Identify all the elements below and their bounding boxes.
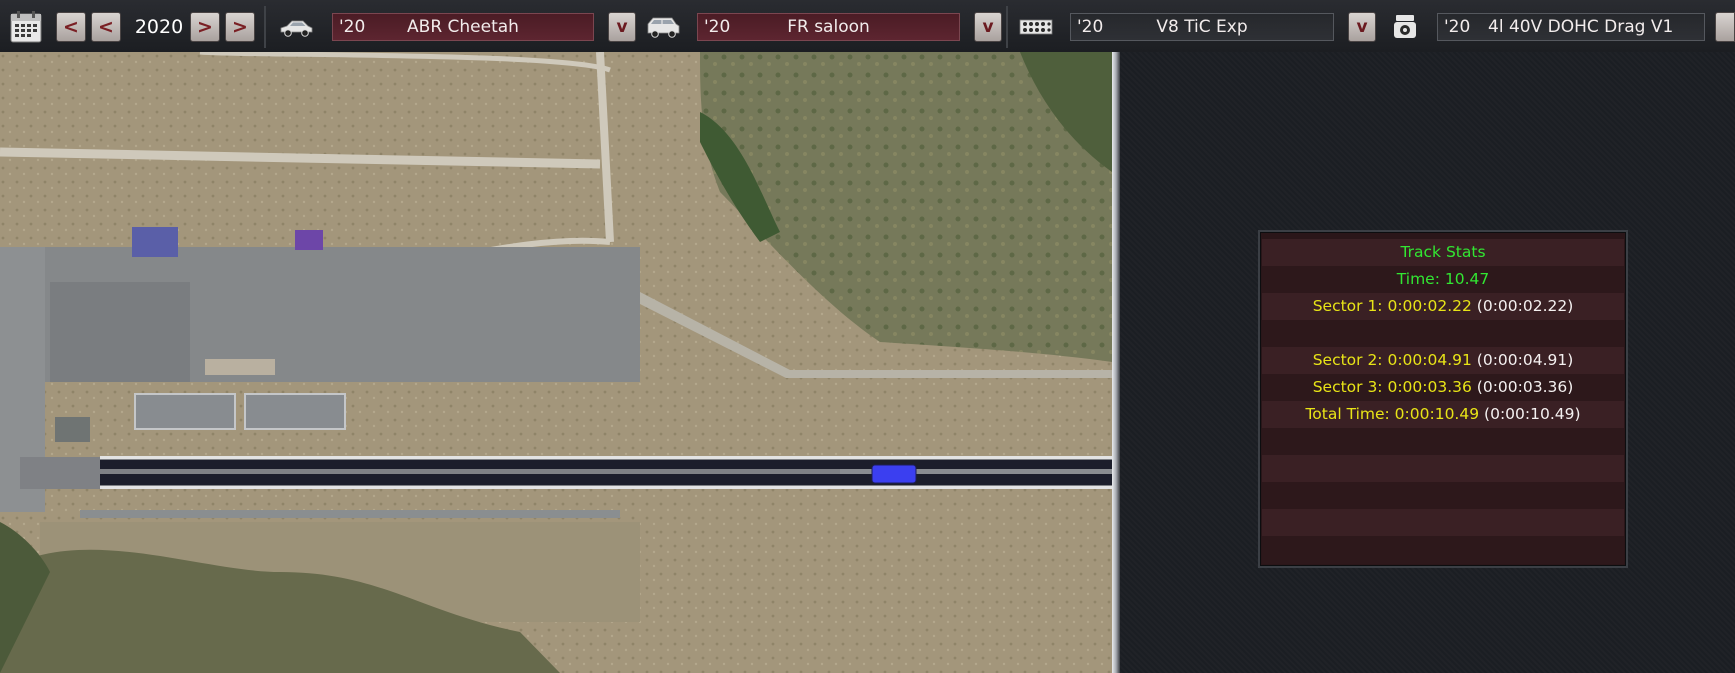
engine-name: V8 TiC Exp — [1156, 17, 1248, 37]
engine-dropdown-button[interactable]: v — [1348, 12, 1376, 42]
sector-2-row: Sector 2: 0:00:04.91 (0:00:04.91) — [1262, 347, 1624, 374]
car-model-dropdown-button[interactable]: v — [608, 12, 636, 42]
total-time-best: (0:00:10.49) — [1484, 405, 1581, 423]
sector-1-best: (0:00:02.22) — [1476, 297, 1574, 315]
stats-empty-row — [1262, 536, 1624, 564]
track-time: Time: 10.47 — [1396, 270, 1490, 288]
engine-block-icon — [1018, 12, 1054, 42]
toolbar-separator — [264, 6, 266, 48]
stats-empty-row — [1262, 455, 1624, 482]
year-next-button[interactable]: > — [190, 12, 220, 42]
stats-empty-row — [1262, 482, 1624, 509]
total-time: Total Time: 0:00:10.49 — [1305, 405, 1480, 423]
stats-empty-row — [1262, 428, 1624, 455]
stats-spacer-row — [1262, 320, 1624, 347]
map-panel-divider[interactable] — [1112, 52, 1120, 673]
trim-dropdown-button[interactable]: v — [974, 12, 1002, 42]
engine-variant-dropdown-button[interactable] — [1715, 12, 1735, 42]
trim-body-icon — [645, 12, 681, 42]
stats-empty-row — [1262, 509, 1624, 536]
top-toolbar: < < 2020 > > '20 ABR Cheetah v '20 FR sa… — [0, 0, 1735, 53]
car-model-field[interactable]: '20 ABR Cheetah — [332, 13, 594, 41]
toolbar-separator — [1006, 6, 1008, 48]
right-panel: Track Stats Time: 10.47 Sector 1: 0:00:0… — [1120, 52, 1735, 673]
track-map — [0, 52, 1112, 673]
car-marker — [871, 464, 917, 484]
trim-name: FR saloon — [787, 17, 870, 37]
sector-2-best: (0:00:04.91) — [1476, 351, 1574, 369]
car-model-name: ABR Cheetah — [407, 17, 519, 37]
total-time-row: Total Time: 0:00:10.49 (0:00:10.49) — [1262, 401, 1624, 428]
sector-1-row: Sector 1: 0:00:02.22 (0:00:02.22) — [1262, 293, 1624, 320]
year-prev-fast-button[interactable]: < — [56, 12, 86, 42]
engine-variant-year: '20 — [1444, 17, 1471, 37]
track-stats-title-row: Track Stats — [1262, 239, 1624, 266]
year-prev-button[interactable]: < — [91, 12, 121, 42]
sector-3-row: Sector 3: 0:00:03.36 (0:00:03.36) — [1262, 374, 1624, 401]
track-stats-panel: Track Stats Time: 10.47 Sector 1: 0:00:0… — [1258, 230, 1628, 568]
sector-3-time: Sector 3: 0:00:03.36 — [1312, 378, 1472, 396]
car-model-icon — [278, 12, 314, 42]
trim-field[interactable]: '20 FR saloon — [697, 13, 960, 41]
sector-1-time: Sector 1: 0:00:02.22 — [1312, 297, 1472, 315]
sector-2-time: Sector 2: 0:00:04.91 — [1312, 351, 1472, 369]
track-stats-title: Track Stats — [1400, 243, 1486, 261]
engine-field[interactable]: '20 V8 TiC Exp — [1070, 13, 1334, 41]
engine-variant-icon — [1388, 12, 1422, 42]
year-value: 2020 — [134, 16, 184, 38]
sector-3-best: (0:00:03.36) — [1476, 378, 1574, 396]
engine-variant-name: 4l 40V DOHC Drag V1 — [1488, 17, 1674, 37]
aerial-map-image — [0, 52, 1112, 673]
year-next-fast-button[interactable]: > — [225, 12, 255, 42]
track-stats-time-row: Time: 10.47 — [1262, 266, 1624, 293]
engine-variant-field[interactable]: '20 4l 40V DOHC Drag V1 — [1437, 13, 1705, 41]
calendar-icon[interactable] — [9, 10, 43, 44]
